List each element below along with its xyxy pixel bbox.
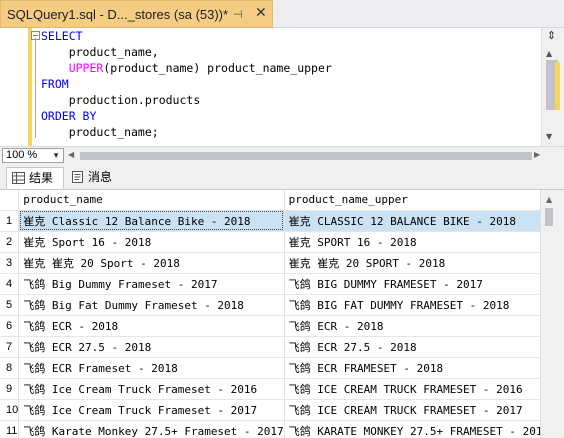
code-line[interactable]: ORDER BY xyxy=(41,108,332,124)
row-number-cell[interactable]: 2 xyxy=(0,231,20,253)
row-number-cell[interactable]: 8 xyxy=(0,357,20,379)
code-line[interactable]: SELECT xyxy=(41,28,332,44)
messages-icon xyxy=(72,171,83,183)
sql-identifier: production.products xyxy=(41,93,201,107)
table-row[interactable]: 7 飞鸽 ECR 27.5 - 2018 飞鸽 ECR 27.5 - 2018 xyxy=(0,336,540,358)
split-editor-icon[interactable]: ⇕ xyxy=(544,30,559,44)
column-header-product-name-upper[interactable]: product_name_upper xyxy=(284,190,540,211)
product-name-cell[interactable]: 飞鸽 Big Dummy Frameset - 2017 xyxy=(18,273,285,295)
product-name-upper-cell[interactable]: 崔克 崔克 20 SPORT - 2018 xyxy=(284,252,540,274)
outline-line xyxy=(35,38,36,138)
chevron-down-icon[interactable]: ▼ xyxy=(52,149,60,162)
row-number-cell[interactable]: 4 xyxy=(0,273,20,295)
table-row[interactable]: 1 崔克 Classic 12 Balance Bike - 2018 崔克 CLA… xyxy=(0,210,540,232)
table-row[interactable]: 9 飞鸽 Ice Cream Truck Frameset - 2016 飞鸽 IC… xyxy=(0,378,540,400)
row-number-cell[interactable]: 10 xyxy=(0,399,20,421)
product-name-cell[interactable]: 飞鸽 Ice Cream Truck Frameset - 2017 xyxy=(18,399,285,421)
product-name-cell[interactable]: 崔克 崔克 20 Sport - 2018 xyxy=(18,252,285,274)
document-tab[interactable]: SQLQuery1.sql - D..._stores (sa (53))* ⊣… xyxy=(0,0,273,28)
sql-keyword: SELECT xyxy=(41,29,83,43)
editor-gutter xyxy=(0,28,28,146)
code-line[interactable]: UPPER(product_name) product_name_upper xyxy=(41,60,332,76)
sql-identifier: product_name; xyxy=(41,125,159,139)
product-name-cell[interactable]: 飞鸽 Ice Cream Truck Frameset - 2016 xyxy=(18,378,285,400)
pin-icon[interactable]: ⊣ xyxy=(233,8,243,21)
result-tabs: 结果 消息 xyxy=(0,164,564,190)
tab-messages-label: 消息 xyxy=(88,170,113,184)
code-line[interactable]: product_name, xyxy=(41,44,332,60)
product-name-cell[interactable]: 崔克 Sport 16 - 2018 xyxy=(18,231,285,253)
scroll-down-arrow-icon[interactable]: ▼ xyxy=(546,132,552,141)
grid-icon xyxy=(12,172,25,184)
table-header-row: product_name product_name_upper xyxy=(0,190,540,211)
row-number-cell[interactable]: 7 xyxy=(0,336,20,358)
table-row[interactable]: 10 飞鸽 Ice Cream Truck Frameset - 2017 飞鸽 I… xyxy=(0,399,540,421)
table-row[interactable]: 2 崔克 Sport 16 - 2018 崔克 SPORT 16 - 2018 xyxy=(0,231,540,253)
row-number-cell[interactable]: 9 xyxy=(0,378,20,400)
table-row[interactable]: 8 飞鸽 ECR Frameset - 2018 飞鸽 ECR FRAMESET -… xyxy=(0,357,540,379)
results-grid[interactable]: product_name product_name_upper 1 崔克 Clas… xyxy=(0,190,540,438)
product-name-upper-cell[interactable]: 飞鸽 BIG FAT DUMMY FRAMESET - 2018 xyxy=(284,294,540,316)
sql-keyword: ORDER BY xyxy=(41,109,97,123)
row-number-cell[interactable]: 1 xyxy=(0,210,20,232)
row-number-cell[interactable]: 6 xyxy=(0,315,20,337)
product-name-upper-cell[interactable]: 飞鸽 KARATE MONKEY 27.5+ FRAMESET - 2017 xyxy=(284,420,540,438)
tab-results[interactable]: 结果 xyxy=(6,167,64,189)
product-name-upper-cell[interactable]: 飞鸽 ICE CREAM TRUCK FRAMESET - 2016 xyxy=(284,378,540,400)
tab-messages[interactable]: 消息 xyxy=(66,167,118,189)
tab-results-label: 结果 xyxy=(29,171,54,185)
product-name-upper-cell[interactable]: 飞鸽 ECR FRAMESET - 2018 xyxy=(284,357,540,379)
row-number-header[interactable] xyxy=(0,190,20,211)
column-header-product-name[interactable]: product_name xyxy=(18,190,285,211)
code-text[interactable]: SELECT product_name, UPPER(product_name)… xyxy=(41,28,332,140)
zoom-row: 100 % ▼ ◀ ▶ xyxy=(0,146,564,164)
grid-vertical-scrollbar[interactable] xyxy=(540,190,564,438)
close-icon[interactable]: ✕ xyxy=(255,5,267,21)
product-name-cell[interactable]: 飞鸽 Big Fat Dummy Frameset - 2018 xyxy=(18,294,285,316)
grid-scroll-up-arrow-icon[interactable]: ▲ xyxy=(546,195,552,204)
sql-function: UPPER xyxy=(68,61,104,75)
product-name-cell[interactable]: 崔克 Classic 12 Balance Bike - 2018 xyxy=(18,210,285,232)
scrollbar-change-marker xyxy=(555,62,560,110)
product-name-cell[interactable]: 飞鸽 Karate Monkey 27.5+ Frameset - 2017 xyxy=(18,420,285,438)
table-row[interactable]: 4 飞鸽 Big Dummy Frameset - 2017 飞鸽 BIG DUMM… xyxy=(0,273,540,295)
row-number-cell[interactable]: 11 xyxy=(0,420,20,438)
product-name-upper-cell[interactable]: 飞鸽 ICE CREAM TRUCK FRAMESET - 2017 xyxy=(284,399,540,421)
code-line[interactable]: product_name; xyxy=(41,124,332,140)
product-name-cell[interactable]: 飞鸽 ECR - 2018 xyxy=(18,315,285,337)
document-tab-title: SQLQuery1.sql - D..._stores (sa (53))* xyxy=(7,7,229,22)
sql-keyword: FROM xyxy=(41,77,69,91)
change-indicator-bar xyxy=(28,28,32,146)
sql-identifier xyxy=(41,61,69,75)
grid-scroll-thumb[interactable] xyxy=(545,208,553,226)
product-name-upper-cell[interactable]: 飞鸽 ECR 27.5 - 2018 xyxy=(284,336,540,358)
product-name-upper-cell[interactable]: 崔克 SPORT 16 - 2018 xyxy=(284,231,540,253)
product-name-upper-cell[interactable]: 飞鸽 BIG DUMMY FRAMESET - 2017 xyxy=(284,273,540,295)
zoom-select[interactable]: 100 % ▼ xyxy=(2,148,64,163)
sql-identifier: (product_name) product_name_upper xyxy=(103,61,332,75)
table-row[interactable]: 5 飞鸽 Big Fat Dummy Frameset - 2018 飞鸽 BIG … xyxy=(0,294,540,316)
table-row[interactable]: 11 飞鸽 Karate Monkey 27.5+ Frameset - 2017… xyxy=(0,420,540,438)
zoom-value: 100 % xyxy=(6,149,38,161)
scroll-right-arrow-icon[interactable]: ▶ xyxy=(534,150,540,159)
sql-identifier: product_name, xyxy=(41,45,159,59)
horizontal-scroll-thumb[interactable] xyxy=(80,152,532,160)
scroll-left-arrow-icon[interactable]: ◀ xyxy=(68,150,74,159)
document-tab-bar: SQLQuery1.sql - D..._stores (sa (53))* ⊣… xyxy=(0,0,564,28)
product-name-upper-cell[interactable]: 飞鸽 ECR - 2018 xyxy=(284,315,540,337)
table-row[interactable]: 6 飞鸽 ECR - 2018 飞鸽 ECR - 2018 xyxy=(0,315,540,337)
table-row[interactable]: 3 崔克 崔克 20 Sport - 2018 崔克 崔克 20 SPORT - 2… xyxy=(0,252,540,274)
row-number-cell[interactable]: 5 xyxy=(0,294,20,316)
product-name-cell[interactable]: 飞鸽 ECR Frameset - 2018 xyxy=(18,357,285,379)
results-table: product_name product_name_upper 1 崔克 Clas… xyxy=(0,190,540,438)
row-number-cell[interactable]: 3 xyxy=(0,252,20,274)
sql-editor[interactable]: − SELECT product_name, UPPER(product_nam… xyxy=(0,28,564,146)
product-name-upper-cell[interactable]: 崔克 CLASSIC 12 BALANCE BIKE - 2018 xyxy=(284,210,540,232)
product-name-cell[interactable]: 飞鸽 ECR 27.5 - 2018 xyxy=(18,336,285,358)
scroll-up-arrow-icon[interactable]: ▲ xyxy=(546,49,552,58)
code-line[interactable]: FROM xyxy=(41,76,332,92)
code-line[interactable]: production.products xyxy=(41,92,332,108)
